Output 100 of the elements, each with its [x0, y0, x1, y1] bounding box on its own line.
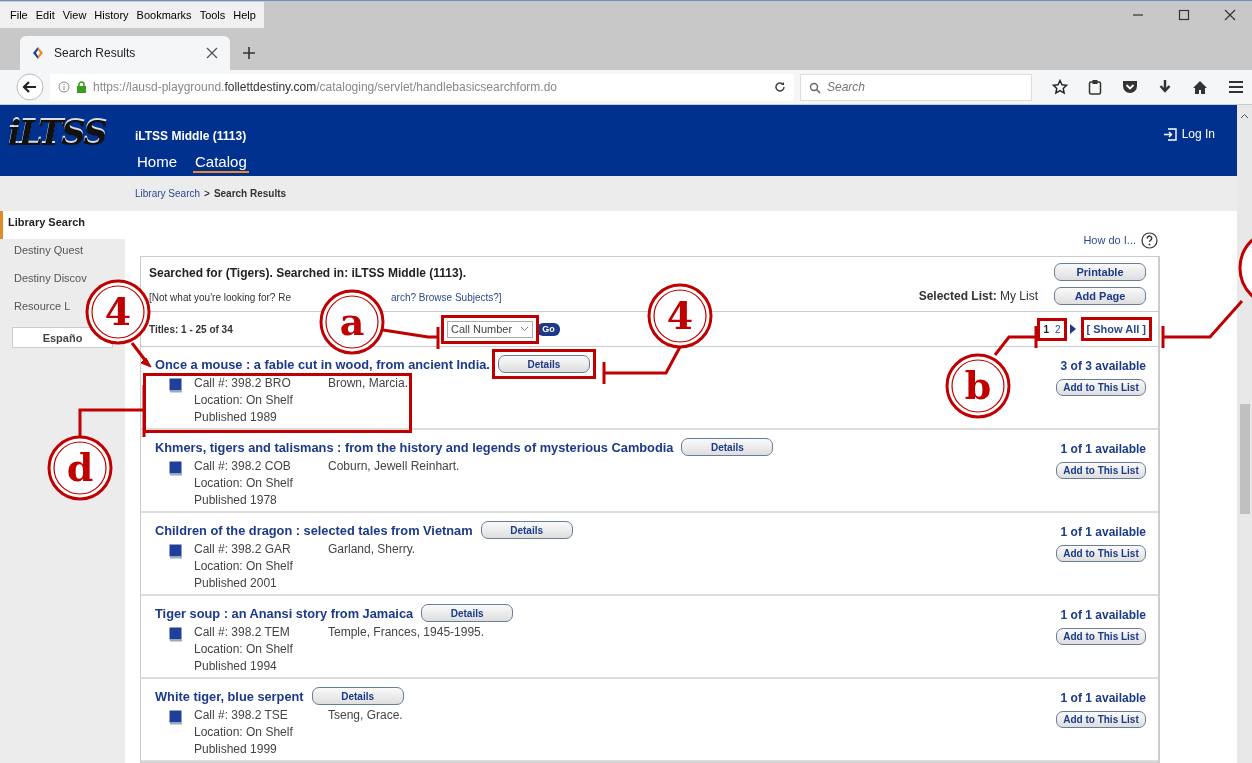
add-page-button[interactable]: Add Page: [1054, 287, 1146, 305]
titles-count: Titles: 1 - 25 of 34: [149, 323, 233, 335]
sidebar-item[interactable]: Library Search: [0, 211, 125, 239]
callout-marker: b: [945, 353, 1011, 419]
menu-icon[interactable]: [1228, 80, 1244, 94]
add-to-list-button[interactable]: Add to This List: [1056, 711, 1146, 728]
book-icon: [169, 461, 182, 476]
details-button[interactable]: Details: [421, 604, 514, 622]
location-text: Location: On Shelf: [194, 725, 294, 739]
published-year: Published 1994: [194, 659, 278, 673]
page-link[interactable]: 2: [1054, 323, 1061, 335]
breadcrumb-link[interactable]: Library Search: [135, 188, 201, 200]
address-field[interactable]: https://lausd-playground.follettdestiny.com/cataloging/servlet/handlebasicsearchform.do: [49, 73, 794, 101]
result-title-link[interactable]: White tiger, blue serpent: [155, 688, 304, 704]
location-text: Location: On Shelf: [194, 393, 294, 407]
show-all-link[interactable]: [ Show All ]: [1086, 323, 1146, 335]
star-icon[interactable]: [1052, 79, 1068, 95]
close-icon[interactable]: [206, 47, 218, 59]
printable-button[interactable]: Printable: [1054, 263, 1146, 281]
help-link[interactable]: How do I...: [1083, 234, 1136, 246]
maximize-icon[interactable]: [1178, 8, 1190, 21]
browse-subjects-link[interactable]: arch? Browse Subjects?]: [391, 292, 502, 303]
result-title-link[interactable]: Once a mouse : a fable cut in wood, from ancient India.: [155, 356, 490, 372]
tab-title: Search Results: [54, 46, 137, 60]
chevron-down-icon: [520, 326, 529, 332]
sort-dropdown[interactable]: Call Number: [447, 320, 533, 338]
search-hint: [Not what you're looking for? Re: [149, 292, 291, 303]
menu-item[interactable]: History: [94, 8, 129, 21]
new-tab-icon[interactable]: [242, 46, 256, 60]
call-number: Call #: 398.2 BRO: [194, 376, 292, 390]
author-name: Temple, Frances, 1945-1995.: [328, 625, 485, 641]
search-icon: [809, 81, 821, 94]
info-icon: [57, 81, 70, 93]
book-icon: [169, 378, 182, 393]
menu-item[interactable]: Tools: [199, 8, 226, 21]
site-favicon-icon: [32, 46, 44, 60]
scrollbar-thumb[interactable]: [1239, 404, 1250, 514]
leader-line: [381, 325, 440, 351]
details-button[interactable]: Details: [311, 687, 404, 705]
pocket-icon[interactable]: [1122, 80, 1138, 94]
search-field[interactable]: Search: [800, 73, 1032, 101]
scroll-up-icon[interactable]: [1240, 113, 1249, 119]
site-logo: iLTSS: [7, 112, 108, 153]
author-name: Garland, Sherry.: [328, 542, 416, 558]
page-link[interactable]: 1: [1043, 323, 1049, 335]
menu-item[interactable]: Edit: [35, 8, 55, 21]
call-number: Call #: 398.2 TEM: [194, 625, 291, 639]
book-icon: [169, 710, 182, 725]
location-text: Location: On Shelf: [194, 642, 294, 656]
published-year: Published 1999: [194, 742, 278, 756]
next-page-icon[interactable]: [1069, 324, 1076, 334]
help-icon[interactable]: [1141, 231, 1158, 249]
availability-text: 1 of 1 available: [1060, 608, 1146, 622]
menu-item[interactable]: Help: [233, 8, 256, 21]
breadcrumb-current: Search Results: [213, 188, 287, 200]
callout-marker: 4: [647, 283, 713, 349]
book-icon: [169, 627, 182, 642]
callout-marker: a: [319, 289, 385, 355]
login-link[interactable]: Log In: [1181, 127, 1215, 141]
location-text: Location: On Shelf: [194, 476, 294, 490]
nav-link[interactable]: Catalog: [193, 153, 249, 173]
result-title-link[interactable]: Khmers, tigers and talismans : from the history and legends of mysterious Cambodia: [155, 439, 674, 455]
sidebar-item[interactable]: Resource L: [14, 295, 73, 323]
leader-line: [993, 324, 1038, 357]
published-year: Published 1989: [194, 410, 278, 424]
availability-text: 1 of 1 available: [1060, 691, 1146, 705]
details-button[interactable]: Details: [497, 355, 590, 373]
go-button[interactable]: Go: [537, 322, 560, 336]
result-title-link[interactable]: Tiger soup : an Anansi story from Jamaica: [155, 605, 414, 621]
result-title-link[interactable]: Children of the dragon : selected tales from Vietnam: [155, 522, 473, 538]
leader-line: [78, 383, 146, 439]
school-name: iLTSS Middle (1113): [135, 129, 248, 143]
clipboard-icon[interactable]: [1088, 79, 1102, 95]
availability-text: 1 of 1 available: [1060, 442, 1146, 456]
sidebar-item[interactable]: Destiny Quest: [14, 239, 86, 267]
details-button[interactable]: Details: [681, 438, 774, 456]
back-icon[interactable]: [16, 73, 44, 101]
availability-text: 1 of 1 available: [1060, 525, 1146, 539]
author-name: Brown, Marcia.: [328, 376, 409, 392]
menu-item[interactable]: File: [10, 8, 28, 21]
call-number: Call #: 398.2 GAR: [194, 542, 292, 556]
lock-icon: [75, 81, 87, 93]
close-icon[interactable]: [1224, 8, 1236, 21]
add-to-list-button[interactable]: Add to This List: [1056, 379, 1146, 396]
callout-frame: [1080, 317, 1152, 341]
book-icon: [169, 544, 182, 559]
nav-link[interactable]: Home: [135, 153, 179, 173]
add-to-list-button[interactable]: Add to This List: [1056, 462, 1146, 479]
menu-item[interactable]: Bookmarks: [136, 8, 192, 21]
add-to-list-button[interactable]: Add to This List: [1056, 628, 1146, 645]
add-to-list-button[interactable]: Add to This List: [1056, 545, 1146, 562]
home-icon[interactable]: [1192, 79, 1208, 95]
selected-list-label: Selected List: My List: [918, 289, 1038, 303]
login-icon[interactable]: [1162, 127, 1177, 141]
menu-item[interactable]: View: [62, 8, 87, 21]
reload-icon[interactable]: [774, 81, 786, 93]
details-button[interactable]: Details: [480, 521, 573, 539]
download-icon[interactable]: [1158, 79, 1172, 95]
location-text: Location: On Shelf: [194, 559, 294, 573]
browser-tab[interactable]: Search Results: [20, 36, 230, 70]
